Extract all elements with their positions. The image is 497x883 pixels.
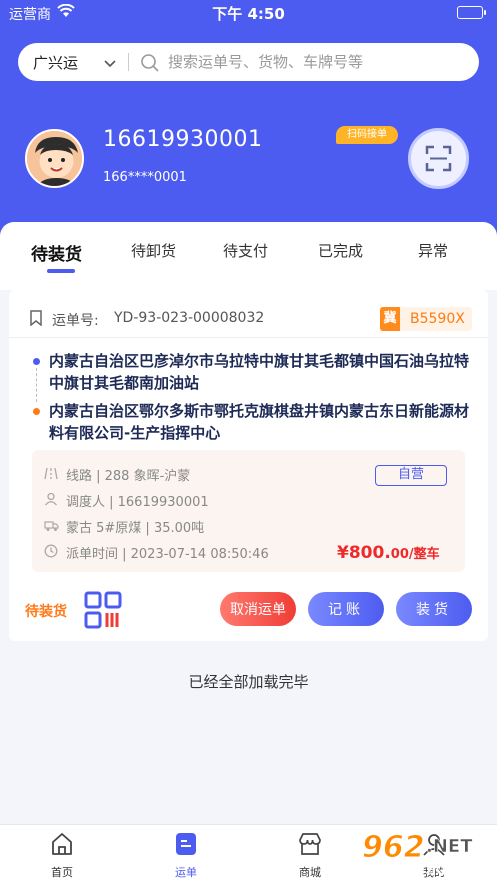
tab-completed[interactable]: 已完成	[318, 240, 363, 261]
waybill-header: 运单号: YD-93-023-00008032 冀 B5590X	[9, 290, 488, 338]
home-icon	[52, 833, 72, 855]
tab-pending-load[interactable]: 待装货	[31, 240, 82, 265]
origin-text: 内蒙古自治区巴彦淖尔市乌拉特中旗甘其毛都镇中国石油乌拉特中旗甘其毛都南加油站	[49, 352, 470, 392]
shop-icon	[299, 833, 321, 855]
scan-icon	[425, 145, 452, 172]
end-of-list-text: 已经全部加载完毕	[188, 673, 309, 691]
origin-address: 内蒙古自治区巴彦淖尔市乌拉特中旗甘其毛都镇中国石油乌拉特中旗甘其毛都南加油站	[29, 350, 470, 402]
destination-address: 内蒙古自治区鄂尔多斯市鄂托克旗棋盘井镇内蒙古东日新能源材料有限公司-生产指挥中心	[29, 400, 469, 444]
route: 内蒙古自治区巴彦淖尔市乌拉特中旗甘其毛都镇中国石油乌拉特中旗甘其毛都南加油站 内…	[29, 350, 469, 444]
watermark-sub: 乐游网	[426, 859, 471, 877]
waybill-label: 运单号:	[52, 313, 99, 329]
person-icon	[44, 492, 58, 510]
scan-tag: 扫码接单	[336, 126, 398, 144]
price-main: ¥800.	[337, 543, 391, 563]
dispatcher-info: 调度人 | 16619930001	[44, 491, 209, 510]
user-phone: 16619930001	[103, 127, 263, 152]
order-status: 待装货	[25, 604, 67, 620]
battery-icon	[457, 6, 486, 19]
price-unit: 00/整车	[390, 547, 440, 562]
order-actions: 待装货 取消运单 记账 装货	[9, 590, 488, 630]
dispatcher-text: 调度人 | 16619930001	[66, 495, 209, 510]
record-button[interactable]: 记账	[308, 592, 384, 626]
user-masked-phone: 166****0001	[103, 170, 187, 185]
qr-code-icon[interactable]	[84, 591, 122, 633]
order-details: 线路 | 288 象晖-沪蒙 调度人 | 16619930001 蒙古 5#原煤…	[32, 450, 465, 572]
watermark-brand: 962	[362, 830, 425, 865]
destination-text: 内蒙古自治区鄂尔多斯市鄂托克旗棋盘井镇内蒙古东日新能源材料有限公司-生产指挥中心	[49, 402, 470, 442]
plate-badge: 冀 B5590X	[380, 307, 472, 331]
route-text: 线路 | 288 象晖-沪蒙	[66, 469, 191, 484]
route-info: 线路 | 288 象晖-沪蒙	[44, 465, 190, 484]
status-bar: 运营商 下午 4:50	[0, 0, 497, 26]
search-icon	[140, 53, 160, 77]
scan-button[interactable]	[408, 128, 469, 189]
plate-number: B5590X	[410, 311, 465, 327]
chevron-down-icon[interactable]	[104, 54, 116, 73]
destination-dot	[33, 408, 40, 415]
tabbar-shop-label: 商城	[299, 866, 321, 879]
price: ¥800.00/整车	[337, 543, 440, 563]
divider	[128, 53, 129, 71]
clock: 下午 4:50	[212, 5, 285, 23]
cargo-info: 蒙古 5#原煤 | 35.00吨	[44, 517, 204, 536]
dispatch-time-info: 派单时间 | 2023-07-14 08:50:46	[44, 543, 269, 562]
origin-dot	[33, 358, 40, 365]
load-button[interactable]: 装货	[396, 592, 472, 626]
avatar[interactable]	[25, 129, 84, 188]
tab-exception[interactable]: 异常	[418, 240, 448, 261]
watermark-logo: 962 .NET 乐游网	[360, 826, 490, 878]
search-bar: 广兴运	[18, 43, 479, 81]
cancel-waybill-button[interactable]: 取消运单	[220, 592, 296, 626]
cargo-text: 蒙古 5#原煤 | 35.00吨	[66, 521, 205, 536]
order-card[interactable]: 运单号: YD-93-023-00008032 冀 B5590X 内蒙古自治区巴…	[9, 290, 488, 641]
waybill-icon	[176, 833, 196, 855]
route-line	[36, 368, 37, 402]
tab-indicator	[47, 269, 75, 273]
bookmark-icon	[29, 310, 43, 330]
truck-icon	[44, 520, 59, 536]
tabbar-shop[interactable]: 商城	[280, 831, 340, 880]
plate-province: 冀	[380, 307, 400, 331]
tabbar-home[interactable]: 首页	[32, 831, 92, 880]
tab-pending-unload[interactable]: 待卸货	[131, 240, 176, 261]
clock-icon	[44, 544, 58, 562]
tabbar-waybill-label: 运单	[175, 866, 197, 879]
watermark-suffix: .NET	[426, 836, 473, 857]
search-input[interactable]	[168, 51, 468, 73]
waybill-number: YD-93-023-00008032	[114, 310, 265, 326]
self-operated-badge: 自营	[375, 465, 447, 486]
header-background	[0, 0, 497, 240]
tabbar-home-label: 首页	[51, 866, 73, 879]
tab-bar-top: 待装货 待卸货 待支付 已完成 异常	[0, 222, 497, 290]
route-icon	[44, 467, 58, 484]
city-selector[interactable]: 广兴运	[33, 52, 78, 73]
tabbar-waybill[interactable]: 运单	[156, 831, 216, 880]
tab-pending-payment[interactable]: 待支付	[223, 240, 268, 261]
dispatch-time-text: 派单时间 | 2023-07-14 08:50:46	[66, 547, 269, 562]
